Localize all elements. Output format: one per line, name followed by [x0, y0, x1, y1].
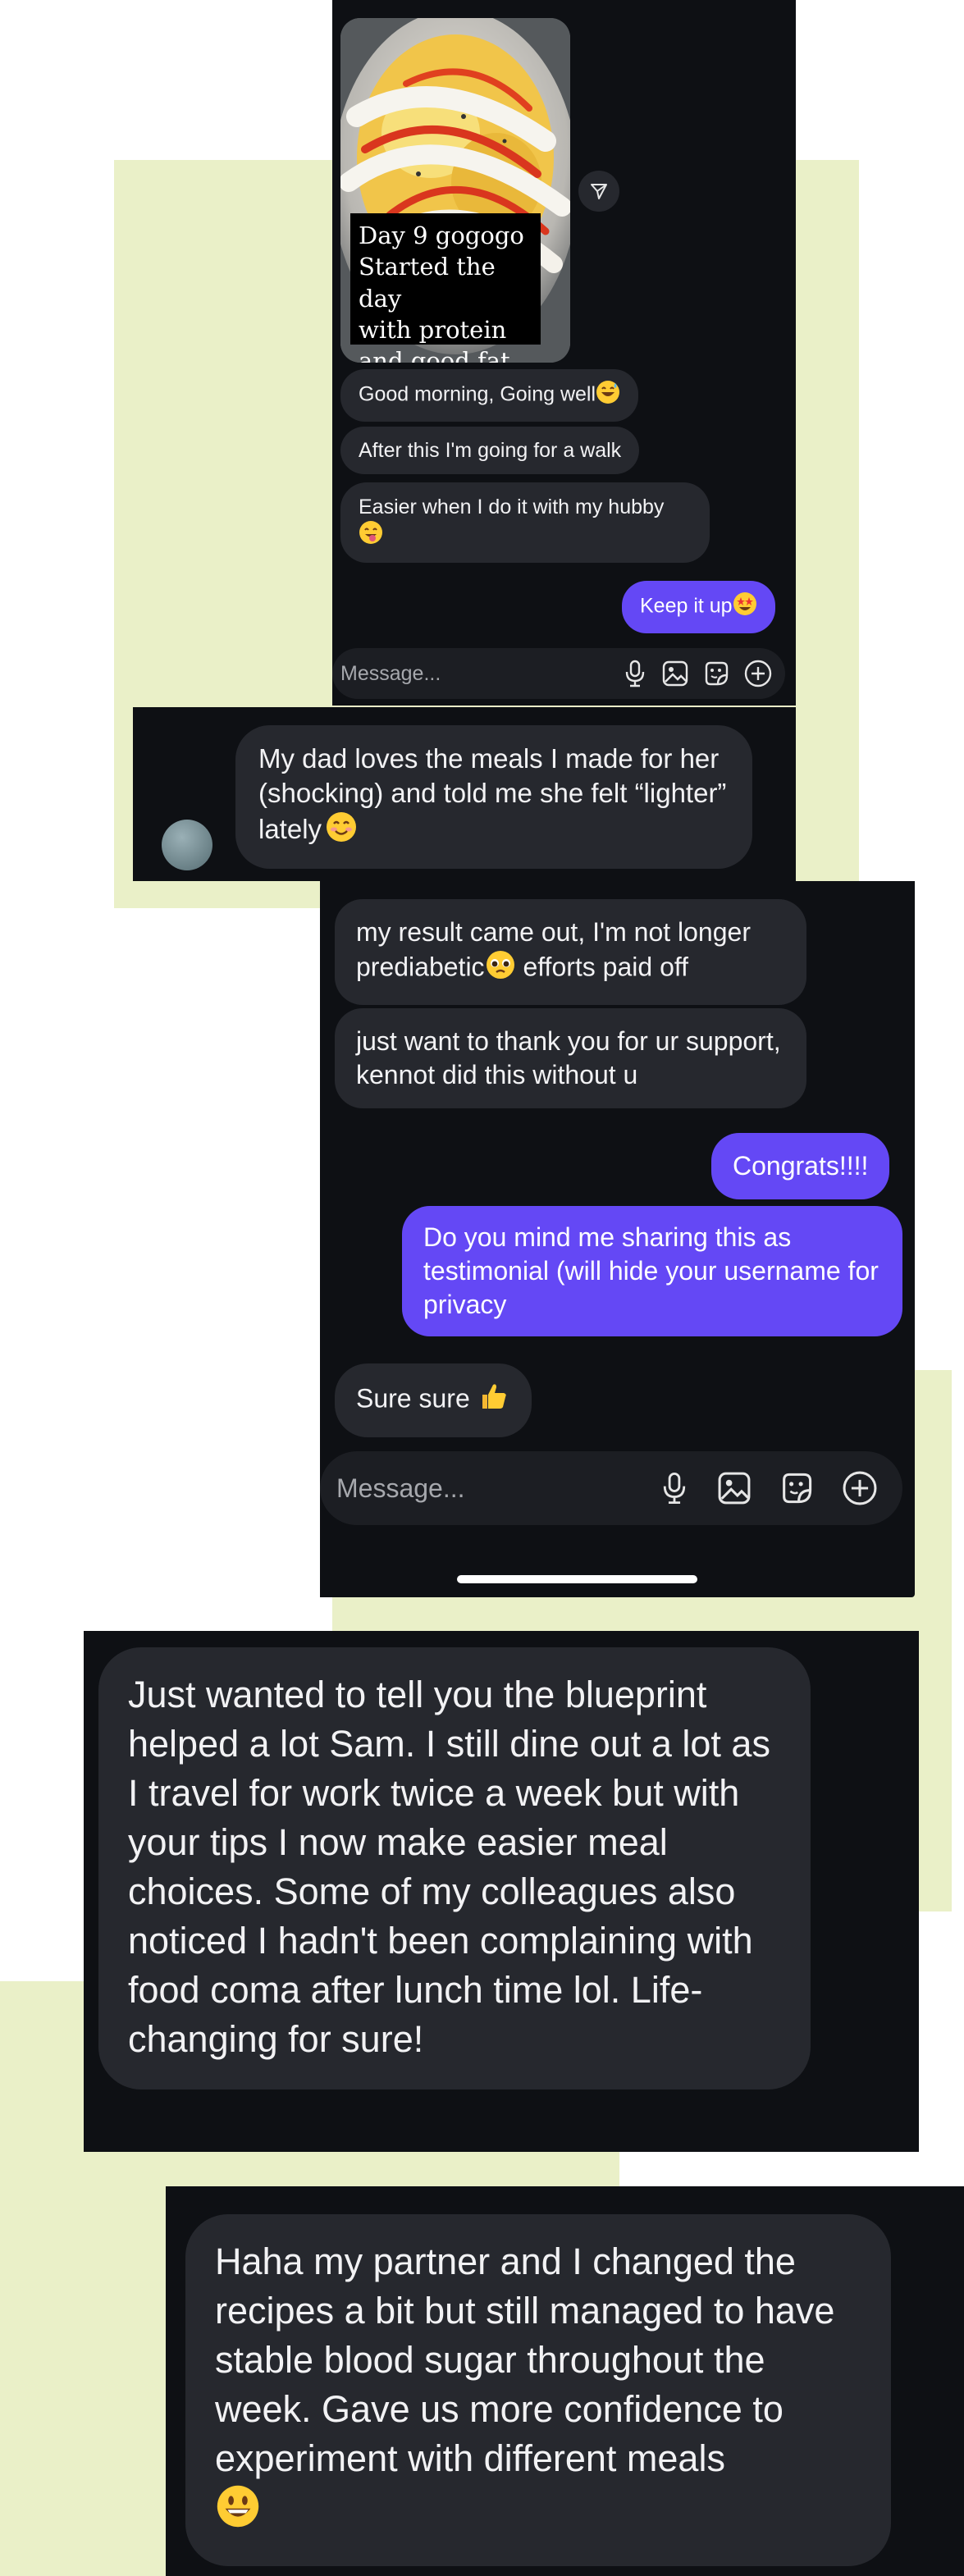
pleading-face-emoji-icon [485, 949, 516, 989]
chat-screenshot-5: Haha my partner and I changed the recipe… [166, 2186, 964, 2576]
message-text: Sure sure [356, 1383, 470, 1414]
message-text: Do you mind me sharing this as testimoni… [423, 1222, 879, 1319]
message-bubble[interactable]: Sure sure [335, 1363, 532, 1437]
story-caption-line: Started the day [359, 253, 496, 313]
message-bubble[interactable]: my result came out, I'm not longer predi… [335, 899, 806, 1005]
microphone-icon[interactable] [621, 659, 649, 688]
story-caption-line: Day 9 gogogo [359, 222, 524, 249]
plus-circle-icon[interactable] [840, 1468, 879, 1508]
message-input[interactable]: Message... [340, 662, 621, 686]
plus-circle-icon[interactable] [742, 658, 774, 689]
message-text: After this I'm going for a walk [359, 439, 622, 462]
message-input-bar[interactable]: Message... [320, 1451, 902, 1525]
message-text: prediabetic [356, 952, 485, 982]
message-text: Keep it up [640, 594, 733, 618]
smiling-blush-emoji-icon [325, 811, 358, 852]
thumbs-up-emoji-icon [477, 1380, 510, 1421]
avatar [162, 820, 212, 870]
message-bubble-sent[interactable]: Keep it up [622, 581, 775, 633]
grin-sweat-emoji-icon [596, 380, 620, 411]
grinning-emoji-icon [215, 2483, 261, 2542]
message-bubble[interactable]: Just wanted to tell you the blueprint he… [98, 1647, 811, 2090]
story-reply-image[interactable]: Day 9 gogogo Started the day with protei… [340, 18, 570, 363]
story-caption-line: with protein [359, 315, 507, 344]
send-icon [591, 184, 607, 199]
message-text: Easier when I do it with my hubby [359, 496, 665, 518]
chat-screenshot-3: my result came out, I'm not longer predi… [320, 881, 915, 1597]
message-input-bar[interactable]: Message... [332, 648, 785, 699]
sticker-icon[interactable] [778, 1469, 816, 1507]
gallery-icon[interactable] [660, 659, 690, 688]
chat-screenshot-1: Day 9 gogogo Started the day with protei… [332, 0, 796, 706]
chat-screenshot-2: My dad loves the meals I made for her (s… [133, 707, 796, 881]
message-bubble[interactable]: After this I'm going for a walk [340, 427, 640, 474]
star-struck-emoji-icon [733, 591, 757, 623]
gallery-icon[interactable] [715, 1469, 753, 1507]
message-bubble-sent[interactable]: Congrats!!!! [711, 1133, 890, 1199]
message-text: Good morning, Going well [359, 382, 596, 406]
message-bubble[interactable]: Haha my partner and I changed the recipe… [185, 2214, 891, 2567]
message-input[interactable]: Message... [336, 1473, 658, 1504]
message-bubble[interactable]: Good morning, Going well [340, 369, 639, 422]
tongue-wink-emoji-icon [359, 520, 383, 551]
sticker-icon[interactable] [701, 659, 731, 688]
message-bubble[interactable]: Easier when I do it with my hubby [340, 482, 710, 563]
message-text: just want to thank you for ur support, k… [356, 1026, 781, 1089]
message-text: my result came out, I'm not longer [356, 917, 751, 947]
message-text: Haha my partner and I changed the recipe… [215, 2240, 835, 2480]
chat-screenshot-4: Just wanted to tell you the blueprint he… [84, 1631, 919, 2152]
story-caption: Day 9 gogogo Started the day with protei… [350, 213, 541, 363]
message-bubble[interactable]: My dad loves the meals I made for her (s… [235, 725, 752, 869]
home-indicator [457, 1575, 697, 1583]
microphone-icon[interactable] [658, 1470, 691, 1506]
story-caption-line: and good fat [359, 347, 510, 363]
message-text: Just wanted to tell you the blueprint he… [128, 1674, 770, 2061]
message-bubble[interactable]: just want to thank you for ur support, k… [335, 1008, 806, 1108]
message-text: Congrats!!!! [733, 1151, 869, 1181]
share-button[interactable] [578, 171, 619, 212]
message-text: efforts paid off [515, 952, 689, 982]
message-bubble-sent[interactable]: Do you mind me sharing this as testimoni… [402, 1206, 902, 1336]
